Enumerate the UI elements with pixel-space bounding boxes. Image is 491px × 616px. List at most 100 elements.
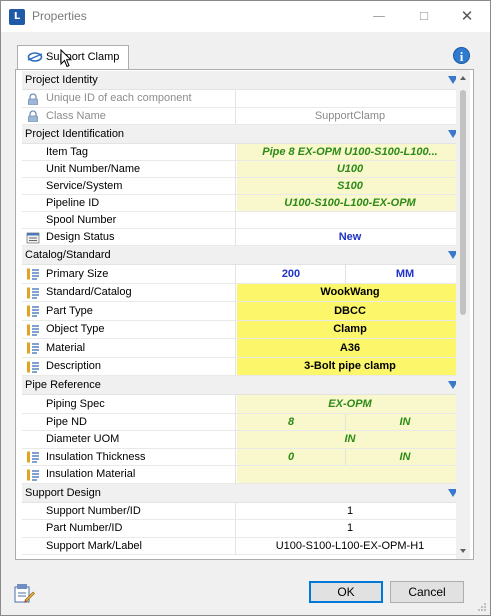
property-value: Pipe 8 EX-OPM U100-S100-L100... <box>262 146 438 158</box>
property-row[interactable]: Unit Number/Name U100 <box>22 161 463 178</box>
property-row[interactable]: Unique ID of each component <box>22 90 463 108</box>
info-icon[interactable]: i <box>453 47 470 64</box>
property-unit: MM <box>395 267 415 280</box>
property-row[interactable]: Class Name SupportClamp <box>22 107 463 125</box>
property-label-cell: Part Number/ID <box>22 520 236 537</box>
section-label: Pipe Reference <box>25 379 101 391</box>
scrollbar-thumb[interactable] <box>460 90 466 315</box>
cancel-button[interactable]: Cancel <box>390 581 464 603</box>
value-field: 0 <box>237 448 346 465</box>
property-value: 200 <box>281 267 301 280</box>
property-row[interactable]: Design Status New <box>22 229 463 246</box>
property-row[interactable]: Insulation Thickness 0 IN <box>22 448 463 466</box>
property-row[interactable]: Support Number/ID 1 <box>22 502 463 520</box>
list-icon <box>26 232 40 243</box>
catalog-icon <box>27 469 39 481</box>
section-header[interactable]: Pipe Reference <box>22 376 463 395</box>
property-value-cell[interactable]: 1 <box>237 520 463 537</box>
property-value-cell[interactable]: S100 <box>237 178 463 194</box>
property-label-cell: Support Mark/Label <box>22 537 236 554</box>
resize-grip-icon[interactable] <box>477 602 487 612</box>
section-label: Catalog/Standard <box>25 249 111 261</box>
property-row[interactable]: Material A36 <box>22 339 463 358</box>
catalog-icon <box>27 342 39 354</box>
section-header[interactable]: Project Identity <box>22 71 463 90</box>
scroll-up-icon[interactable] <box>460 76 466 80</box>
property-label: Piping Spec <box>46 397 105 410</box>
vertical-scrollbar[interactable] <box>456 70 470 559</box>
property-row[interactable]: Insulation Material <box>22 466 463 484</box>
unit-field: IN <box>347 414 463 431</box>
property-row[interactable]: Pipeline ID U100-S100-L100-EX-OPM <box>22 195 463 212</box>
property-value-cell[interactable]: 200 MM <box>237 265 463 283</box>
property-label: Spool Number <box>46 214 117 226</box>
maximize-icon[interactable]: ☐ <box>401 1 447 32</box>
property-row[interactable]: Support Mark/Label U100-S100-L100-EX-OPM-… <box>22 537 463 555</box>
minimize-icon[interactable]: — <box>356 1 402 32</box>
property-row[interactable]: Piping Spec EX-OPM <box>22 395 463 414</box>
section-label: Support Design <box>25 486 101 499</box>
property-value-cell[interactable]: EX-OPM <box>237 395 463 413</box>
property-value-cell[interactable]: A36 <box>237 339 463 357</box>
property-row[interactable]: Standard/Catalog WookWang <box>22 283 463 302</box>
property-value-cell[interactable]: U100-S100-L100-EX-OPM <box>237 195 463 211</box>
property-value-cell[interactable]: WookWang <box>237 283 463 301</box>
property-label-cell: Insulation Thickness <box>22 448 236 465</box>
property-row[interactable]: Spool Number <box>22 212 463 229</box>
property-value-cell[interactable]: 3-Bolt pipe clamp <box>237 357 463 375</box>
lock-icon <box>28 93 38 105</box>
property-row[interactable]: Item Tag Pipe 8 EX-OPM U100-S100-L100... <box>22 144 463 161</box>
property-value-cell[interactable] <box>237 212 463 228</box>
property-label: Part Type <box>46 304 93 317</box>
property-row[interactable]: Pipe ND 8 IN <box>22 413 463 431</box>
property-row[interactable]: Part Type DBCC <box>22 302 463 321</box>
title-bar[interactable]: L Properties — ☐ ✕ <box>1 1 490 32</box>
scroll-down-icon[interactable] <box>460 549 466 553</box>
property-row[interactable]: Primary Size 200 MM <box>22 265 463 284</box>
property-value: 0 <box>287 450 295 463</box>
checklist-edit-icon[interactable] <box>13 582 35 604</box>
property-label-cell: Unique ID of each component <box>22 90 236 107</box>
property-label: Support Number/ID <box>46 504 141 517</box>
property-label-cell: Pipe ND <box>22 413 236 430</box>
property-value-cell[interactable]: Clamp <box>237 320 463 338</box>
property-label: Unit Number/Name <box>46 163 141 175</box>
property-row[interactable]: Part Number/ID 1 <box>22 520 463 538</box>
property-label-cell: Class Name <box>22 107 236 124</box>
ok-button[interactable]: OK <box>309 581 383 603</box>
property-row[interactable]: Description 3-Bolt pipe clamp <box>22 357 463 376</box>
section-header[interactable]: Project Identification <box>22 125 463 144</box>
property-value-cell[interactable]: IN <box>237 431 463 448</box>
property-value-cell[interactable]: 8 IN <box>237 413 463 431</box>
property-unit: IN <box>399 415 411 428</box>
property-label: Pipe ND <box>46 415 87 428</box>
property-value-cell[interactable]: New <box>237 229 463 245</box>
property-value: 8 <box>287 415 295 428</box>
property-value-cell[interactable]: 1 <box>237 503 463 520</box>
property-value-cell[interactable] <box>237 466 463 483</box>
property-label-cell: Item Tag <box>22 144 236 160</box>
catalog-icon <box>27 361 39 373</box>
property-value: 1 <box>346 522 354 535</box>
property-value-cell[interactable]: U100 <box>237 161 463 177</box>
property-row[interactable]: Service/System S100 <box>22 178 463 195</box>
section-header[interactable]: Catalog/Standard <box>22 246 463 265</box>
property-value-cell[interactable]: DBCC <box>237 302 463 320</box>
close-icon[interactable]: ✕ <box>444 1 490 32</box>
property-value: EX-OPM <box>328 397 372 410</box>
tab-support-clamp[interactable]: Support Clamp <box>17 45 129 69</box>
section-header[interactable]: Support Design <box>22 483 463 503</box>
property-label: Pipeline ID <box>46 197 100 209</box>
property-label-cell: Insulation Material <box>22 466 236 483</box>
property-label: Service/System <box>46 180 123 192</box>
property-row[interactable]: Diameter UOM IN <box>22 431 463 449</box>
property-label: Insulation Thickness <box>46 450 146 463</box>
property-value-cell[interactable]: 0 IN <box>237 448 463 465</box>
property-label: Diameter UOM <box>46 433 120 446</box>
property-row[interactable]: Object Type Clamp <box>22 320 463 339</box>
property-value-cell[interactable]: Pipe 8 EX-OPM U100-S100-L100... <box>237 144 463 160</box>
property-label: Material <box>46 341 86 354</box>
property-value-cell[interactable]: U100-S100-L100-EX-OPM-H1 <box>237 538 463 554</box>
property-value: IN <box>344 433 356 446</box>
app-icon: L <box>9 9 25 25</box>
